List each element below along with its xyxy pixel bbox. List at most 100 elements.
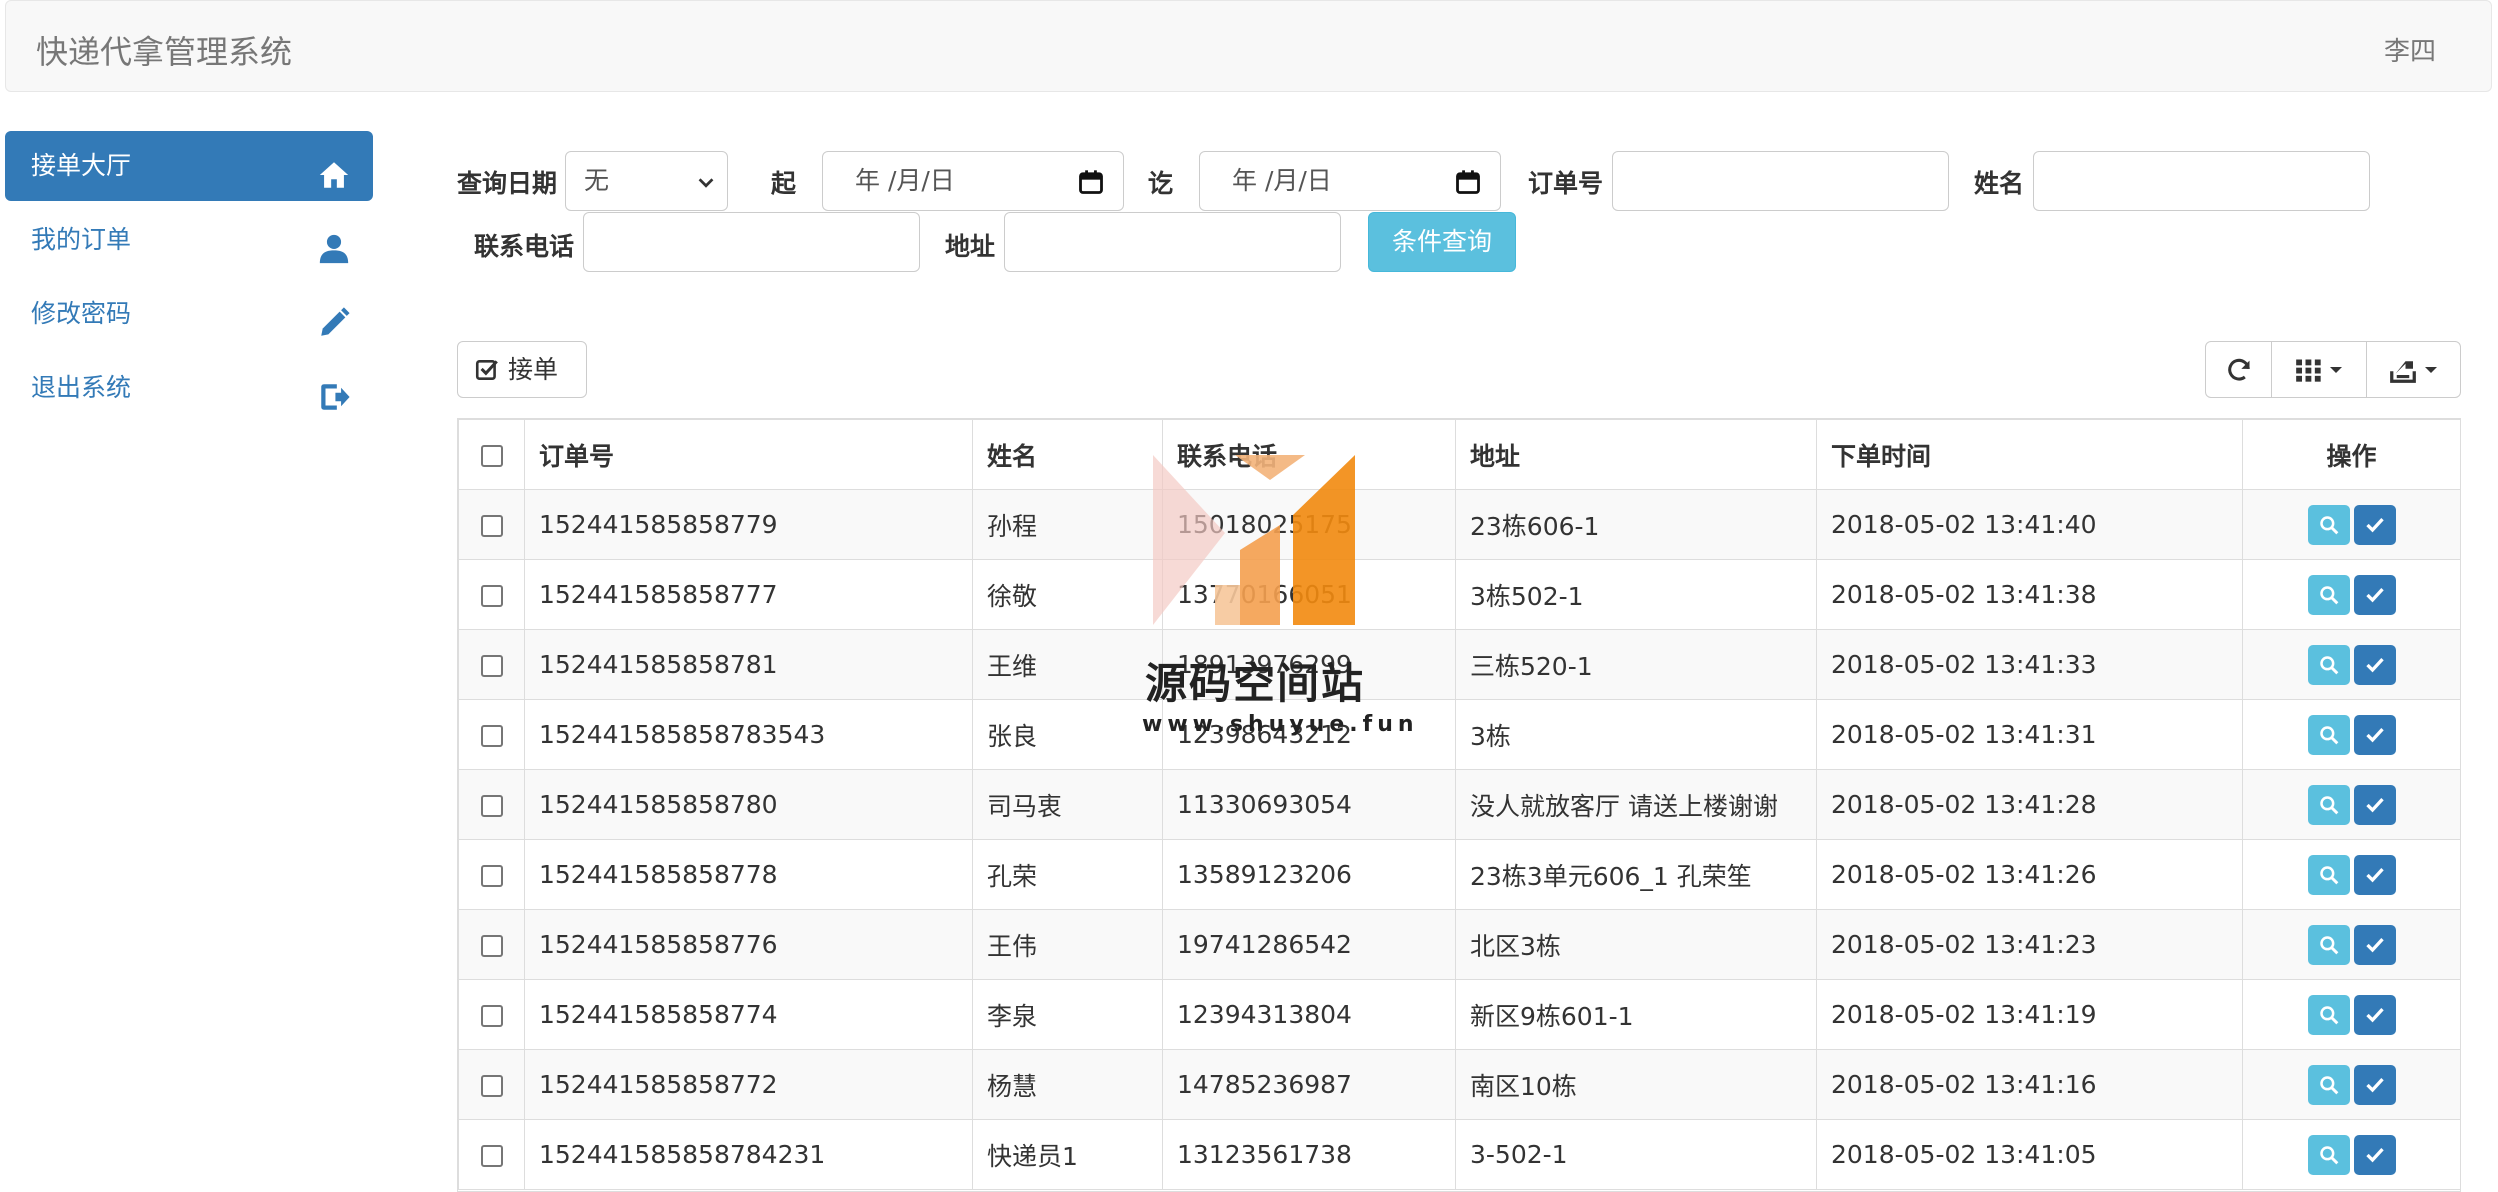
name-cell: 司马衷 <box>972 769 1163 840</box>
view-button[interactable] <box>2307 1064 2350 1105</box>
accept-button[interactable] <box>2353 994 2396 1035</box>
current-user[interactable]: 李四 <box>2384 31 2436 68</box>
address-cell: 3栋 <box>1455 699 1817 770</box>
row-select-cell <box>458 909 525 980</box>
from-date-input[interactable]: 年 /月/日 <box>822 151 1124 211</box>
row-select-cell <box>458 979 525 1050</box>
view-button[interactable] <box>2307 714 2350 755</box>
view-button[interactable] <box>2307 854 2350 895</box>
check-icon <box>2365 1147 2384 1162</box>
row-checkbox[interactable] <box>480 795 503 817</box>
columns-button[interactable] <box>2272 342 2367 397</box>
date-filter-value: 无 <box>584 166 610 195</box>
row-checkbox[interactable] <box>480 1145 503 1167</box>
to-date-label: 讫 <box>1148 169 1174 198</box>
query-date-label: 查询日期 <box>457 169 558 198</box>
column-header-order-no[interactable]: 订单号 <box>524 419 973 490</box>
table-row[interactable]: 152441585858781 王维 18913976299 三栋520-1 2018-… <box>458 629 2460 700</box>
order-number-cell: 152441585858779 <box>524 489 973 560</box>
view-button[interactable] <box>2307 784 2350 825</box>
table-row[interactable]: 152441585858783543 张良 12398643212 3栋 2018-05… <box>458 699 2460 770</box>
row-checkbox[interactable] <box>480 585 503 607</box>
calendar-icon[interactable] <box>1454 168 1482 196</box>
table-row[interactable]: 152441585858780 司马衷 11330693054 没人就放客厅 请送上楼… <box>458 769 2460 840</box>
sidebar-item-my-orders[interactable]: 我的订单 <box>5 205 373 275</box>
grid-icon <box>2296 359 2321 382</box>
select-all-checkbox[interactable] <box>480 445 503 467</box>
sidebar-item-logout[interactable]: 退出系统 <box>5 353 373 423</box>
accept-button[interactable] <box>2353 924 2396 965</box>
table-row[interactable]: 152441585858777 徐敬 13770166051 3栋502-1 2018-… <box>458 559 2460 630</box>
refresh-button[interactable] <box>2206 342 2273 397</box>
phone-input[interactable] <box>583 212 920 272</box>
accept-order-button[interactable]: 接单 <box>457 341 587 398</box>
accept-button[interactable] <box>2353 574 2396 615</box>
top-navbar: 快递代拿管理系统 李四 <box>5 0 2492 92</box>
view-button[interactable] <box>2307 644 2350 685</box>
name-input[interactable] <box>2033 151 2370 211</box>
column-header-phone[interactable]: 联系电话 <box>1162 419 1456 490</box>
check-icon <box>2365 727 2384 742</box>
column-header-address[interactable]: 地址 <box>1455 419 1817 490</box>
view-button[interactable] <box>2307 1134 2350 1175</box>
table-row[interactable]: 152441585858772 杨慧 14785236987 南区10栋 2018-05… <box>458 1049 2460 1120</box>
accept-button[interactable] <box>2353 784 2396 825</box>
order-number-cell: 152441585858776 <box>524 909 973 980</box>
from-date-placeholder: 年 /月/日 <box>855 166 955 195</box>
accept-button[interactable] <box>2353 504 2396 545</box>
check-icon <box>2365 797 2384 812</box>
search-icon <box>2319 1005 2338 1024</box>
order-number-input[interactable] <box>1612 151 1949 211</box>
sidebar-item-change-password[interactable]: 修改密码 <box>5 279 373 349</box>
accept-button[interactable] <box>2353 1134 2396 1175</box>
row-actions-cell <box>2242 699 2460 770</box>
order-number-cell: 152441585858774 <box>524 979 973 1050</box>
row-checkbox[interactable] <box>480 865 503 887</box>
table-header-row: 订单号 姓名 联系电话 地址 下单时间 操作 <box>458 419 2460 490</box>
address-input[interactable] <box>1004 212 1341 272</box>
caret-down-icon <box>2425 366 2438 373</box>
table-row[interactable]: 152441585858778 孔荣 13589123206 23栋3单元606_1 … <box>458 839 2460 910</box>
order-number-cell: 152441585858777 <box>524 559 973 630</box>
export-button[interactable] <box>2367 342 2460 397</box>
accept-button[interactable] <box>2353 714 2396 755</box>
row-checkbox[interactable] <box>480 1005 503 1027</box>
row-select-cell <box>458 839 525 910</box>
row-checkbox[interactable] <box>480 515 503 537</box>
check-icon <box>2365 1077 2384 1092</box>
column-header-name[interactable]: 姓名 <box>972 419 1163 490</box>
order-time-cell: 2018-05-02 13:41:26 <box>1816 839 2243 910</box>
column-header-actions: 操作 <box>2242 419 2460 490</box>
date-filter-select[interactable]: 无 <box>565 151 728 211</box>
view-button[interactable] <box>2307 504 2350 545</box>
to-date-input[interactable]: 年 /月/日 <box>1199 151 1501 211</box>
check-icon <box>2365 587 2384 602</box>
table-row[interactable]: 152441585858784231 快递员1 13123561738 3-502-1… <box>458 1119 2460 1190</box>
table-row[interactable]: 152441585858776 王伟 19741286542 北区3栋 2018-05-… <box>458 909 2460 980</box>
row-select-cell <box>458 769 525 840</box>
row-checkbox[interactable] <box>480 655 503 677</box>
order-time-cell: 2018-05-02 13:41:23 <box>1816 909 2243 980</box>
row-actions-cell <box>2242 1119 2460 1190</box>
column-header-order-time[interactable]: 下单时间 <box>1816 419 2243 490</box>
row-checkbox[interactable] <box>480 935 503 957</box>
table-row[interactable]: 152441585858779 孙程 15018025175 23栋606-1 2018… <box>458 489 2460 560</box>
view-button[interactable] <box>2307 574 2350 615</box>
sidebar-item-order-hall[interactable]: 接单大厅 <box>5 131 373 201</box>
row-checkbox[interactable] <box>480 725 503 747</box>
view-button[interactable] <box>2307 924 2350 965</box>
accept-button[interactable] <box>2353 644 2396 685</box>
name-label: 姓名 <box>1974 169 2025 198</box>
app-title[interactable]: 快递代拿管理系统 <box>36 27 292 73</box>
table-row[interactable]: 152441585858774 李泉 12394313804 新区9栋601-1 201… <box>458 979 2460 1050</box>
logout-icon <box>317 371 351 410</box>
accept-button[interactable] <box>2353 1064 2396 1105</box>
row-select-cell <box>458 1119 525 1190</box>
search-button[interactable]: 条件查询 <box>1368 212 1516 272</box>
view-button[interactable] <box>2307 994 2350 1035</box>
check-icon <box>2365 1007 2384 1022</box>
pencil-icon <box>317 297 351 336</box>
accept-button[interactable] <box>2353 854 2396 895</box>
row-checkbox[interactable] <box>480 1075 503 1097</box>
calendar-icon[interactable] <box>1077 168 1105 196</box>
